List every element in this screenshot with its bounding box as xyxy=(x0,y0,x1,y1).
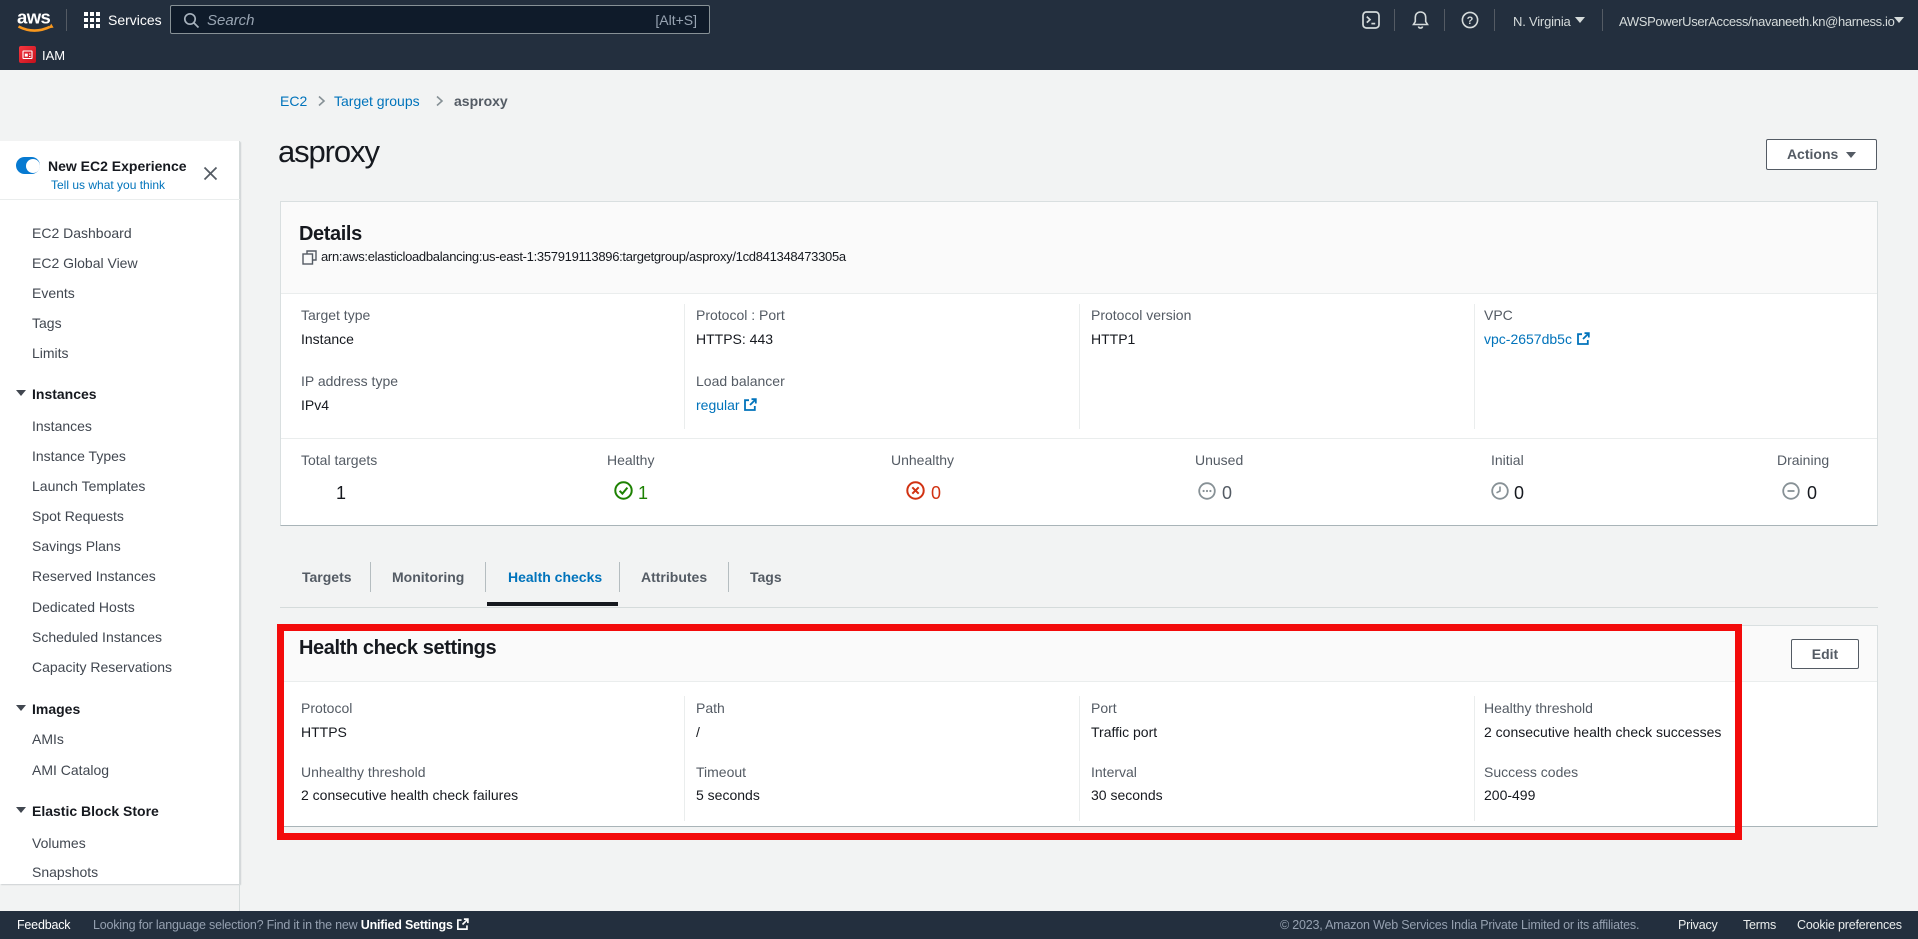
svg-text:aws: aws xyxy=(17,8,50,28)
svg-text:?: ? xyxy=(1467,15,1474,27)
